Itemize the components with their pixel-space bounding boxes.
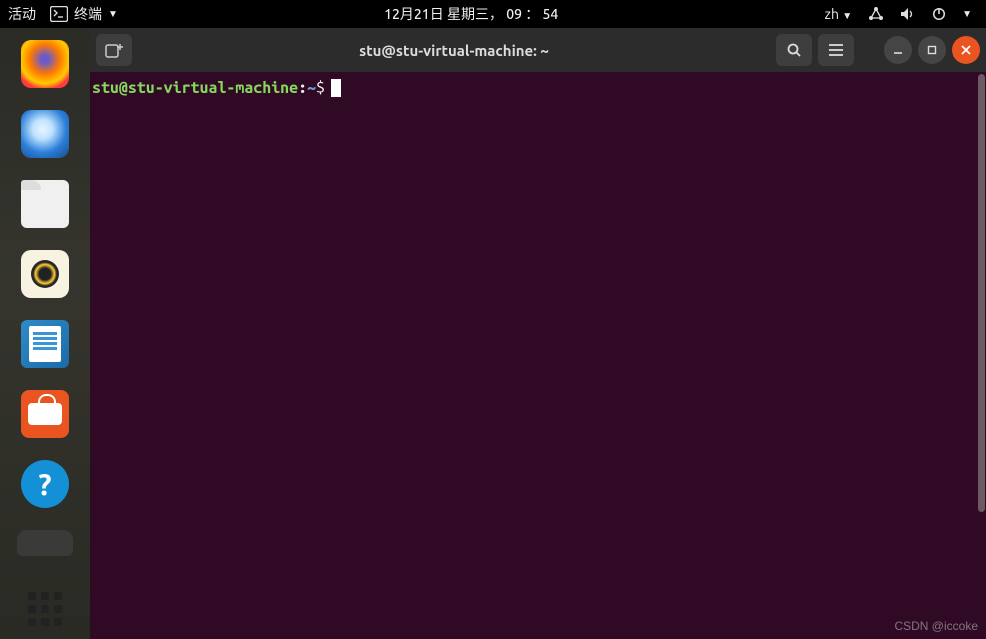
terminal-window: stu@stu-virtual-machine: ~ stu@stu-virtu… <box>90 28 986 639</box>
scrollbar[interactable] <box>978 74 985 512</box>
clock[interactable]: 12月21日 星期三， 09 ： 54 <box>118 4 825 24</box>
maximize-button[interactable] <box>918 36 946 64</box>
hamburger-icon <box>828 43 844 57</box>
terminal-icon <box>50 6 68 22</box>
new-tab-button[interactable] <box>96 34 132 66</box>
watermark: CSDN @iccoke <box>894 619 978 633</box>
help-launcher[interactable]: ? <box>21 460 69 508</box>
activities-button[interactable]: 活动 <box>8 4 36 24</box>
rhythmbox-launcher[interactable] <box>21 250 69 298</box>
system-menu-chevron-icon[interactable]: ▼ <box>962 8 972 20</box>
maximize-icon <box>926 44 938 56</box>
thunderbird-launcher[interactable] <box>21 110 69 158</box>
ubuntu-software-launcher[interactable] <box>21 390 69 438</box>
chevron-down-icon: ▼ <box>842 10 852 21</box>
network-icon[interactable] <box>868 7 884 21</box>
prompt-symbol: $ <box>316 79 325 97</box>
terminal-body[interactable]: stu@stu-virtual-machine:~$ <box>90 72 986 639</box>
current-app-label: 终端 <box>74 4 102 24</box>
libreoffice-writer-launcher[interactable] <box>21 320 69 368</box>
menu-button[interactable] <box>818 34 854 66</box>
files-launcher[interactable] <box>21 180 69 228</box>
current-app-menu[interactable]: 终端 ▼ <box>50 4 118 24</box>
prompt-separator: : <box>298 79 307 97</box>
window-titlebar: stu@stu-virtual-machine: ~ <box>90 28 986 72</box>
close-icon <box>960 44 972 56</box>
power-icon[interactable] <box>932 7 946 21</box>
window-title: stu@stu-virtual-machine: ~ <box>138 42 770 59</box>
prompt-user-host: stu@stu-virtual-machine <box>92 79 298 97</box>
firefox-launcher[interactable] <box>21 40 69 88</box>
dock: ? <box>0 28 90 639</box>
new-tab-icon <box>105 42 123 58</box>
minimize-button[interactable] <box>884 36 912 64</box>
trash-launcher[interactable] <box>17 530 73 556</box>
prompt-path: ~ <box>307 79 316 97</box>
close-button[interactable] <box>952 36 980 64</box>
input-method-indicator[interactable]: zh ▼ <box>825 6 853 22</box>
show-applications-button[interactable] <box>28 592 62 626</box>
minimize-icon <box>892 44 904 56</box>
search-icon <box>786 42 802 58</box>
volume-icon[interactable] <box>900 7 916 21</box>
gnome-topbar: 活动 终端 ▼ 12月21日 星期三， 09 ： 54 zh ▼ ▼ <box>0 0 986 28</box>
chevron-down-icon: ▼ <box>108 8 118 20</box>
cursor <box>331 79 341 97</box>
ime-label: zh <box>825 6 839 22</box>
search-button[interactable] <box>776 34 812 66</box>
